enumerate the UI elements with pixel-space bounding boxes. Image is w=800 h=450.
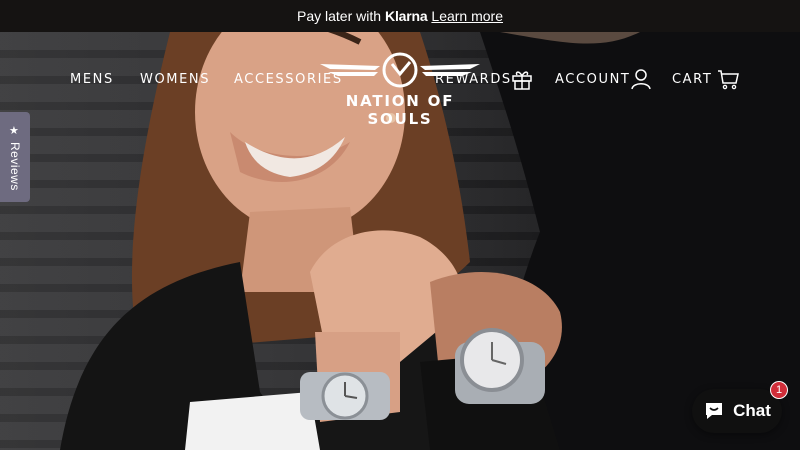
reviews-tab-label: Reviews bbox=[8, 142, 22, 191]
reviews-tab[interactable]: ★ Reviews bbox=[0, 112, 30, 202]
logo-wordmark: NATION OF SOULS bbox=[345, 92, 455, 128]
announcement-bar: Pay later with Klarna Learn more bbox=[0, 0, 800, 32]
announcement-text: Pay later with bbox=[296, 8, 382, 24]
nav-womens[interactable]: WOMENS bbox=[140, 72, 210, 87]
nav-cart[interactable]: CART bbox=[672, 72, 712, 87]
user-icon[interactable] bbox=[630, 68, 652, 90]
nav-rewards[interactable]: REWARDS bbox=[435, 72, 512, 87]
chat-notification-badge: 1 bbox=[770, 381, 788, 399]
chat-button[interactable]: Chat bbox=[692, 389, 782, 433]
chat-label: Chat bbox=[733, 401, 771, 420]
learn-more-link[interactable]: Learn more bbox=[431, 8, 503, 24]
nav-mens[interactable]: MENS bbox=[70, 72, 114, 87]
chat-bubble-icon bbox=[706, 403, 723, 419]
nav-account[interactable]: ACCOUNT bbox=[555, 72, 630, 87]
klarna-logo: Klarna bbox=[385, 8, 428, 24]
gift-icon[interactable] bbox=[511, 68, 533, 90]
star-icon: ★ bbox=[9, 125, 19, 137]
site-header: MENS WOMENS ACCESSORIES NATION OF SOULS … bbox=[0, 32, 800, 128]
cart-icon[interactable] bbox=[717, 68, 739, 90]
